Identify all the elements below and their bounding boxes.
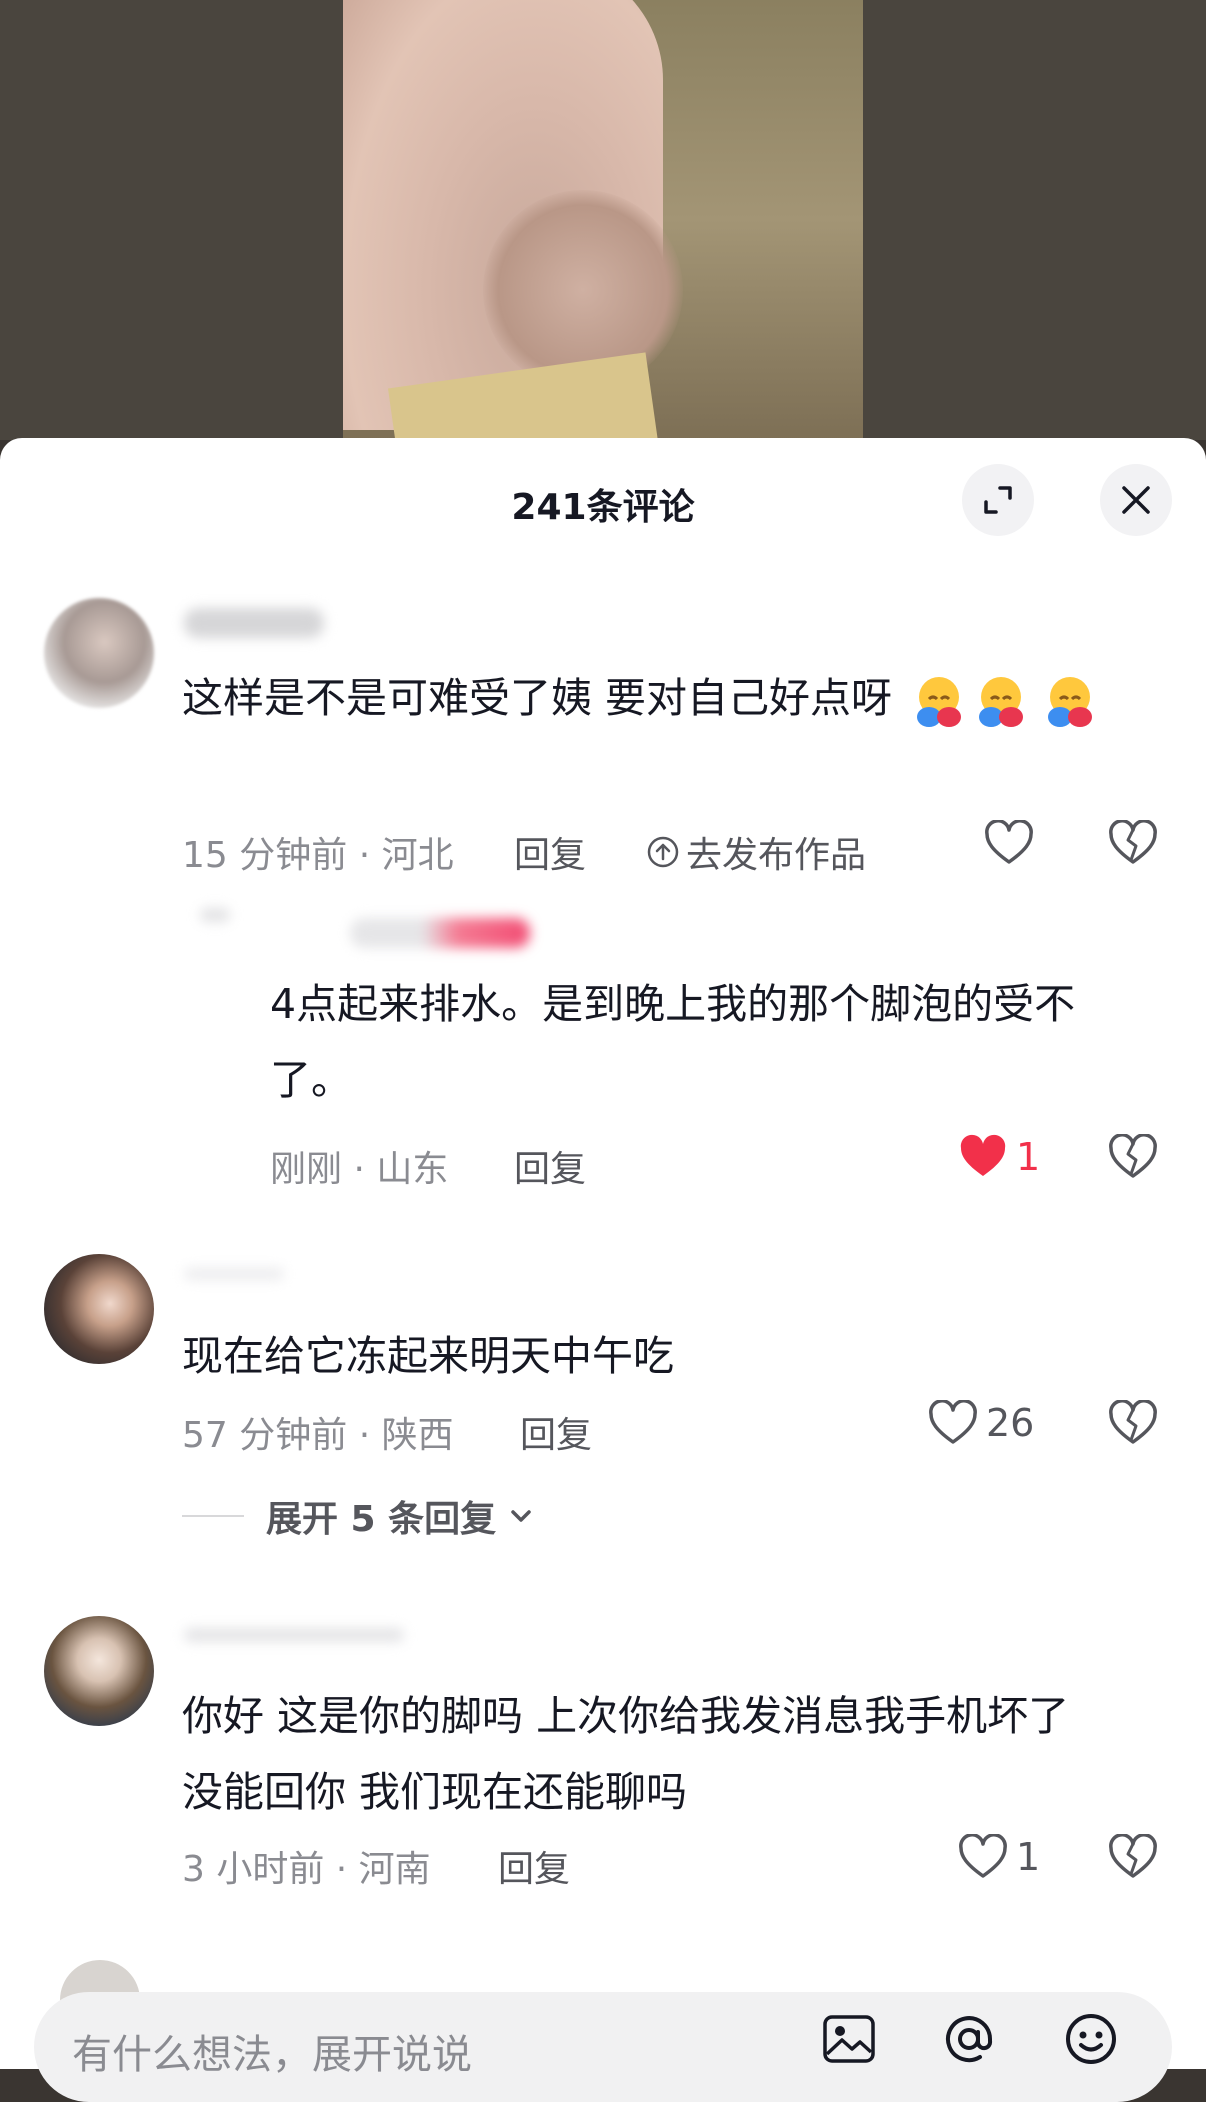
hugging-face-emoji (973, 673, 1029, 729)
avatar[interactable] (44, 598, 154, 708)
hugging-face-emoji (911, 673, 967, 729)
avatar[interactable] (44, 1616, 154, 1726)
comment-input[interactable]: 有什么想法，展开说说 (72, 2022, 472, 2080)
username-blurred[interactable] (350, 918, 530, 948)
reply-button[interactable]: 回复 (520, 1406, 592, 1458)
like-count: 26 (986, 1401, 1035, 1445)
username-blurred[interactable] (184, 1268, 284, 1280)
heart-outline-icon (985, 820, 1033, 864)
like-button[interactable]: 1 (958, 1134, 1040, 1180)
chevron-down-icon (511, 1510, 531, 1522)
broken-heart-icon (1109, 1399, 1157, 1444)
image-icon[interactable] (820, 2010, 878, 2068)
like-button[interactable]: 1 (958, 1834, 1040, 1880)
emoji-icon[interactable] (1062, 2010, 1120, 2068)
upload-icon (647, 836, 679, 868)
like-button[interactable]: 26 (928, 1400, 1034, 1446)
comment-meta: 3 小时前 · 河南 (182, 1849, 431, 1890)
comment-meta: 15 分钟前 · 河北 (182, 835, 454, 876)
comment-meta: 57 分钟前 · 陕西 (182, 1415, 454, 1456)
dislike-button[interactable] (1108, 819, 1158, 870)
close-sheet-button[interactable] (1100, 464, 1172, 536)
reply-button[interactable]: 回复 (514, 1140, 586, 1192)
broken-heart-icon (1109, 819, 1157, 864)
mention-icon[interactable] (940, 2010, 998, 2068)
video-background[interactable] (0, 0, 1206, 440)
comment-text: 这样是不是可难受了姨 要对自己好点呀 (182, 660, 1122, 736)
like-count: 1 (1016, 1835, 1041, 1879)
broken-heart-icon (1109, 1833, 1157, 1878)
reply-meta: 刚刚 · 山东 (270, 1149, 449, 1190)
heart-outline-icon (959, 1834, 1007, 1878)
close-icon (1122, 486, 1150, 514)
heart-outline-icon (929, 1400, 977, 1444)
like-count: 1 (1016, 1135, 1041, 1179)
username-blurred[interactable] (184, 1628, 404, 1642)
username-blurred[interactable] (184, 608, 324, 638)
comment-sheet: 241条评论 这样是不是可难受了姨 要对自己好点呀 15 分钟前 · 河北 回复… (0, 438, 1206, 2069)
dislike-button[interactable] (1108, 1133, 1158, 1184)
reply-button[interactable]: 回复 (514, 826, 586, 878)
divider (182, 1515, 244, 1517)
avatar[interactable] (44, 1254, 154, 1364)
hugging-face-emoji (1042, 673, 1098, 729)
expand-replies-button[interactable]: 展开 5 条回复 (182, 1490, 538, 1542)
comment-input-bar[interactable]: 有什么想法，展开说说 (34, 1992, 1172, 2102)
reply-text: 4点起来排水。是到晚上我的那个脚泡的受不了。 (270, 980, 1076, 1104)
video-thumbnail (343, 0, 863, 440)
expand-icon (984, 486, 1012, 514)
publish-work-button[interactable]: 去发布作品 (646, 826, 866, 878)
comment-text: 你好 这是你的脚吗 上次你给我发消息我手机坏了 没能回你 我们现在还能聊吗 (182, 1692, 1070, 1816)
heart-filled-icon (960, 1134, 1006, 1176)
dislike-button[interactable] (1108, 1399, 1158, 1450)
comment-text-body: 这样是不是可难受了姨 要对自己好点呀 (182, 674, 893, 722)
broken-heart-icon (1109, 1133, 1157, 1178)
username-blurred[interactable] (200, 908, 230, 922)
publish-work-label: 去发布作品 (686, 835, 867, 876)
like-button[interactable] (984, 820, 1034, 866)
expand-sheet-button[interactable] (962, 464, 1034, 536)
reply-button[interactable]: 回复 (498, 1840, 570, 1892)
dislike-button[interactable] (1108, 1833, 1158, 1884)
comment-text: 现在给它冻起来明天中午吃 (182, 1332, 674, 1380)
expand-replies-label: 展开 5 条回复 (266, 1499, 497, 1540)
